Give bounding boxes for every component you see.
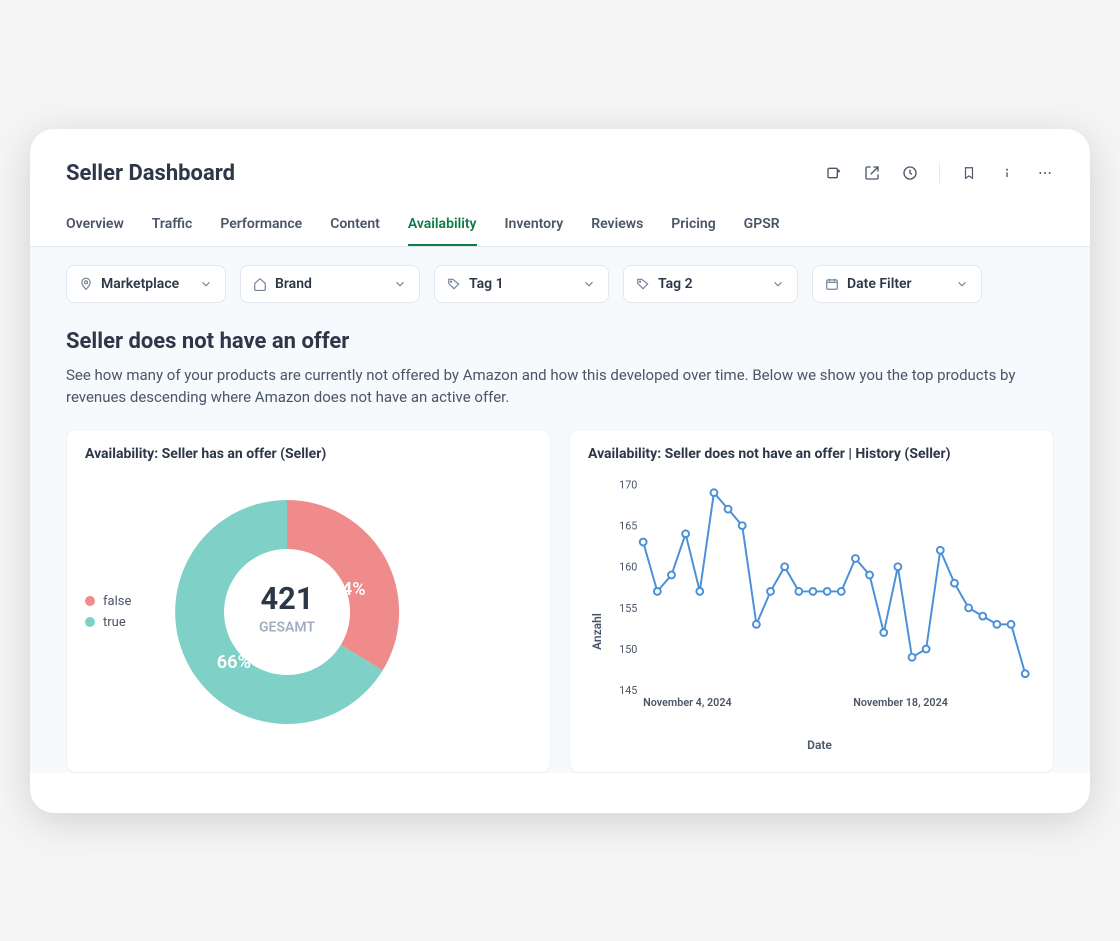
tag-icon (447, 277, 461, 291)
tab-availability[interactable]: Availability (408, 206, 477, 246)
donut-pct-true: 66% (217, 652, 251, 673)
swatch-icon (85, 617, 95, 627)
tab-content[interactable]: Content (330, 206, 380, 246)
svg-text:170: 170 (619, 478, 637, 491)
x-axis-label: Date (604, 738, 1035, 752)
tab-traffic[interactable]: Traffic (152, 206, 193, 246)
legend-label: false (103, 594, 131, 609)
filter-label: Tag 2 (658, 276, 693, 292)
chevron-down-icon (955, 277, 969, 291)
more-icon[interactable] (1036, 164, 1054, 182)
legend-item-true: true (85, 615, 131, 630)
donut-chart-card: Availability: Seller has an offer (Selle… (66, 429, 551, 773)
filter-tag1[interactable]: Tag 1 (434, 265, 609, 303)
chevron-down-icon (199, 277, 213, 291)
section-description: See how many of your products are curren… (66, 364, 1054, 409)
info-icon[interactable] (998, 164, 1016, 182)
header: Seller Dashboard (30, 161, 1090, 206)
legend-item-false: false (85, 594, 131, 609)
refresh-icon[interactable] (825, 164, 843, 182)
filter-label: Date Filter (847, 276, 912, 292)
svg-text:145: 145 (619, 684, 637, 697)
tab-inventory[interactable]: Inventory (505, 206, 564, 246)
donut-center-value: 421 (261, 580, 314, 617)
tag-icon (636, 277, 650, 291)
chart-title: Availability: Seller does not have an of… (588, 446, 1035, 462)
donut-legend: false true (85, 594, 131, 630)
tag-icon (253, 277, 267, 291)
tab-reviews[interactable]: Reviews (591, 206, 643, 246)
donut-pct-false: 34% (332, 579, 366, 600)
filter-tag2[interactable]: Tag 2 (623, 265, 798, 303)
filter-label: Brand (275, 276, 312, 292)
svg-text:155: 155 (619, 601, 637, 614)
chevron-down-icon (582, 277, 596, 291)
svg-text:160: 160 (619, 560, 637, 573)
svg-text:165: 165 (619, 519, 637, 532)
section-title: Seller does not have an offer (66, 329, 1054, 354)
divider (939, 163, 940, 183)
charts-row: Availability: Seller has an offer (Selle… (66, 429, 1054, 773)
bookmark-icon[interactable] (960, 164, 978, 182)
filter-marketplace[interactable]: Marketplace (66, 265, 226, 303)
chevron-down-icon (393, 277, 407, 291)
y-axis-label: Anzahl (588, 472, 604, 752)
tab-gpsr[interactable]: GPSR (744, 206, 780, 246)
clock-icon[interactable] (901, 164, 919, 182)
content-area: Seller does not have an offer See how ma… (30, 321, 1090, 773)
export-icon[interactable] (863, 164, 881, 182)
pin-icon (79, 277, 93, 291)
line-chart: 145 150 155 160 165 170 November 4, 2024 Novemb… (604, 472, 1035, 732)
filter-date[interactable]: Date Filter (812, 265, 982, 303)
svg-text:150: 150 (619, 642, 637, 655)
calendar-icon (825, 277, 839, 291)
svg-text:November 4, 2024: November 4, 2024 (643, 695, 731, 708)
svg-text:November 18, 2024: November 18, 2024 (853, 695, 948, 708)
swatch-icon (85, 596, 95, 606)
header-actions (825, 163, 1054, 183)
tab-pricing[interactable]: Pricing (671, 206, 715, 246)
filter-label: Marketplace (101, 276, 179, 292)
filters-bar: Marketplace Brand Tag 1 Tag 2 Date Filte… (30, 247, 1090, 321)
tab-performance[interactable]: Performance (220, 206, 302, 246)
filter-brand[interactable]: Brand (240, 265, 420, 303)
chart-title: Availability: Seller has an offer (Selle… (85, 446, 532, 462)
chevron-down-icon (771, 277, 785, 291)
line-chart-card: Availability: Seller does not have an of… (569, 429, 1054, 773)
legend-label: true (103, 615, 126, 630)
tab-overview[interactable]: Overview (66, 206, 124, 246)
page-title: Seller Dashboard (66, 161, 235, 186)
donut-chart: 34% 66% 421 GESAMT (147, 472, 427, 752)
tabs: Overview Traffic Performance Content Ava… (30, 206, 1090, 247)
filter-label: Tag 1 (469, 276, 504, 292)
dashboard-card: Seller Dashboard Overview Traf (30, 129, 1090, 813)
donut-center-label: GESAMT (259, 619, 315, 635)
